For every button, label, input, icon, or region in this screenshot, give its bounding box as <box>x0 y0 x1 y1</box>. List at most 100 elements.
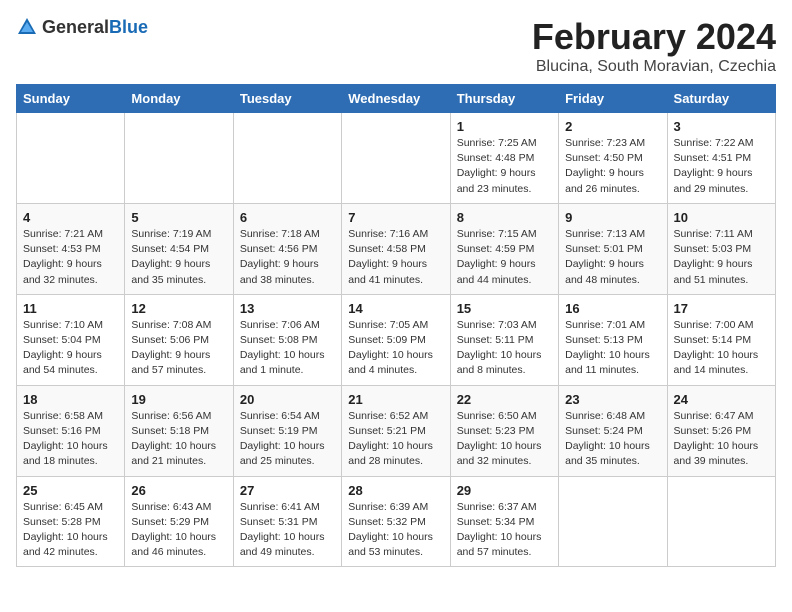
calendar-cell: 11Sunrise: 7:10 AM Sunset: 5:04 PM Dayli… <box>17 294 125 385</box>
calendar-cell: 18 Sunrise: 6:58 AM Sunset: 5:16 PM Dayli… <box>17 385 125 476</box>
calendar-cell: 24Sunrise: 6:47 AM Sunset: 5:26 PM Dayli… <box>667 385 775 476</box>
day-number: 4 <box>23 210 118 225</box>
calendar-cell: 13 Sunrise: 7:06 AM Sunset: 5:08 PM Dayli… <box>233 294 341 385</box>
day-header-friday: Friday <box>559 85 667 113</box>
day-number: 16 <box>565 301 660 316</box>
calendar-cell <box>17 113 125 204</box>
day-detail: Sunrise: 7:22 AM Sunset: 4:51 PM Dayligh… <box>674 136 769 197</box>
day-detail: Sunrise: 7:06 AM Sunset: 5:08 PM Dayligh… <box>240 318 335 379</box>
calendar-cell: 20 Sunrise: 6:54 AM Sunset: 5:19 PM Dayli… <box>233 385 341 476</box>
calendar-week-3: 11Sunrise: 7:10 AM Sunset: 5:04 PM Dayli… <box>17 294 776 385</box>
day-header-thursday: Thursday <box>450 85 558 113</box>
day-detail: Sunrise: 7:13 AM Sunset: 5:01 PM Dayligh… <box>565 227 660 288</box>
calendar-cell: 14Sunrise: 7:05 AM Sunset: 5:09 PM Dayli… <box>342 294 450 385</box>
day-number: 24 <box>674 392 769 407</box>
calendar-cell: 17Sunrise: 7:00 AM Sunset: 5:14 PM Dayli… <box>667 294 775 385</box>
calendar-cell: 5Sunrise: 7:19 AM Sunset: 4:54 PM Daylig… <box>125 203 233 294</box>
day-detail: Sunrise: 6:56 AM Sunset: 5:18 PM Dayligh… <box>131 409 226 470</box>
logo: GeneralBlue <box>16 16 148 38</box>
calendar-cell: 10 Sunrise: 7:11 AM Sunset: 5:03 PM Dayli… <box>667 203 775 294</box>
day-number: 26 <box>131 483 226 498</box>
day-detail: Sunrise: 6:50 AM Sunset: 5:23 PM Dayligh… <box>457 409 552 470</box>
day-detail: Sunrise: 7:08 AM Sunset: 5:06 PM Dayligh… <box>131 318 226 379</box>
calendar-cell: 19 Sunrise: 6:56 AM Sunset: 5:18 PM Dayli… <box>125 385 233 476</box>
day-number: 20 <box>240 392 335 407</box>
day-number: 29 <box>457 483 552 498</box>
calendar-cell: 12 Sunrise: 7:08 AM Sunset: 5:06 PM Dayli… <box>125 294 233 385</box>
calendar-cell: 29 Sunrise: 6:37 AM Sunset: 5:34 PM Dayli… <box>450 476 558 567</box>
day-header-wednesday: Wednesday <box>342 85 450 113</box>
calendar-cell: 8Sunrise: 7:15 AM Sunset: 4:59 PM Daylig… <box>450 203 558 294</box>
header: GeneralBlue February 2024 Blucina, South… <box>16 16 776 76</box>
logo-text-general: General <box>42 17 109 37</box>
calendar-body: 1 Sunrise: 7:25 AM Sunset: 4:48 PM Daylig… <box>17 113 776 567</box>
calendar-cell: 7 Sunrise: 7:16 AM Sunset: 4:58 PM Daylig… <box>342 203 450 294</box>
calendar-week-2: 4 Sunrise: 7:21 AM Sunset: 4:53 PM Daylig… <box>17 203 776 294</box>
day-number: 19 <box>131 392 226 407</box>
calendar-cell <box>559 476 667 567</box>
day-detail: Sunrise: 6:48 AM Sunset: 5:24 PM Dayligh… <box>565 409 660 470</box>
day-number: 1 <box>457 119 552 134</box>
calendar-cell: 26 Sunrise: 6:43 AM Sunset: 5:29 PM Dayli… <box>125 476 233 567</box>
day-number: 25 <box>23 483 118 498</box>
title-area: February 2024 Blucina, South Moravian, C… <box>532 16 776 76</box>
day-detail: Sunrise: 7:18 AM Sunset: 4:56 PM Dayligh… <box>240 227 335 288</box>
day-number: 9 <box>565 210 660 225</box>
main-title: February 2024 <box>532 16 776 58</box>
calendar-cell: 22 Sunrise: 6:50 AM Sunset: 5:23 PM Dayli… <box>450 385 558 476</box>
day-detail: Sunrise: 7:23 AM Sunset: 4:50 PM Dayligh… <box>565 136 660 197</box>
day-detail: Sunrise: 6:37 AM Sunset: 5:34 PM Dayligh… <box>457 500 552 561</box>
calendar-cell: 16 Sunrise: 7:01 AM Sunset: 5:13 PM Dayli… <box>559 294 667 385</box>
calendar-cell: 23Sunrise: 6:48 AM Sunset: 5:24 PM Dayli… <box>559 385 667 476</box>
day-number: 17 <box>674 301 769 316</box>
day-detail: Sunrise: 7:19 AM Sunset: 4:54 PM Dayligh… <box>131 227 226 288</box>
day-number: 8 <box>457 210 552 225</box>
day-detail: Sunrise: 7:03 AM Sunset: 5:11 PM Dayligh… <box>457 318 552 379</box>
day-detail: Sunrise: 6:45 AM Sunset: 5:28 PM Dayligh… <box>23 500 118 561</box>
calendar-week-5: 25 Sunrise: 6:45 AM Sunset: 5:28 PM Dayli… <box>17 476 776 567</box>
day-number: 13 <box>240 301 335 316</box>
day-detail: Sunrise: 7:11 AM Sunset: 5:03 PM Dayligh… <box>674 227 769 288</box>
calendar: SundayMondayTuesdayWednesdayThursdayFrid… <box>16 84 776 567</box>
day-number: 2 <box>565 119 660 134</box>
calendar-cell: 21 Sunrise: 6:52 AM Sunset: 5:21 PM Dayli… <box>342 385 450 476</box>
day-number: 3 <box>674 119 769 134</box>
calendar-cell: 1 Sunrise: 7:25 AM Sunset: 4:48 PM Daylig… <box>450 113 558 204</box>
calendar-cell: 3 Sunrise: 7:22 AM Sunset: 4:51 PM Daylig… <box>667 113 775 204</box>
calendar-week-1: 1 Sunrise: 7:25 AM Sunset: 4:48 PM Daylig… <box>17 113 776 204</box>
day-detail: Sunrise: 7:16 AM Sunset: 4:58 PM Dayligh… <box>348 227 443 288</box>
calendar-cell: 4 Sunrise: 7:21 AM Sunset: 4:53 PM Daylig… <box>17 203 125 294</box>
day-header-monday: Monday <box>125 85 233 113</box>
day-number: 14 <box>348 301 443 316</box>
subtitle: Blucina, South Moravian, Czechia <box>532 58 776 76</box>
day-detail: Sunrise: 6:58 AM Sunset: 5:16 PM Dayligh… <box>23 409 118 470</box>
day-detail: Sunrise: 6:52 AM Sunset: 5:21 PM Dayligh… <box>348 409 443 470</box>
day-detail: Sunrise: 7:25 AM Sunset: 4:48 PM Dayligh… <box>457 136 552 197</box>
day-detail: Sunrise: 6:54 AM Sunset: 5:19 PM Dayligh… <box>240 409 335 470</box>
day-number: 7 <box>348 210 443 225</box>
day-header-tuesday: Tuesday <box>233 85 341 113</box>
calendar-cell <box>667 476 775 567</box>
day-detail: Sunrise: 6:43 AM Sunset: 5:29 PM Dayligh… <box>131 500 226 561</box>
day-number: 28 <box>348 483 443 498</box>
calendar-cell: 15 Sunrise: 7:03 AM Sunset: 5:11 PM Dayli… <box>450 294 558 385</box>
calendar-cell: 2 Sunrise: 7:23 AM Sunset: 4:50 PM Daylig… <box>559 113 667 204</box>
day-header-saturday: Saturday <box>667 85 775 113</box>
calendar-cell <box>125 113 233 204</box>
calendar-cell: 25 Sunrise: 6:45 AM Sunset: 5:28 PM Dayli… <box>17 476 125 567</box>
logo-icon <box>16 16 38 38</box>
day-number: 11 <box>23 301 118 316</box>
day-number: 18 <box>23 392 118 407</box>
day-header-sunday: Sunday <box>17 85 125 113</box>
day-detail: Sunrise: 7:21 AM Sunset: 4:53 PM Dayligh… <box>23 227 118 288</box>
calendar-header-row: SundayMondayTuesdayWednesdayThursdayFrid… <box>17 85 776 113</box>
day-detail: Sunrise: 7:01 AM Sunset: 5:13 PM Dayligh… <box>565 318 660 379</box>
day-number: 6 <box>240 210 335 225</box>
day-detail: Sunrise: 6:41 AM Sunset: 5:31 PM Dayligh… <box>240 500 335 561</box>
day-number: 22 <box>457 392 552 407</box>
day-number: 21 <box>348 392 443 407</box>
day-number: 15 <box>457 301 552 316</box>
day-number: 12 <box>131 301 226 316</box>
day-number: 10 <box>674 210 769 225</box>
calendar-cell: 9 Sunrise: 7:13 AM Sunset: 5:01 PM Daylig… <box>559 203 667 294</box>
